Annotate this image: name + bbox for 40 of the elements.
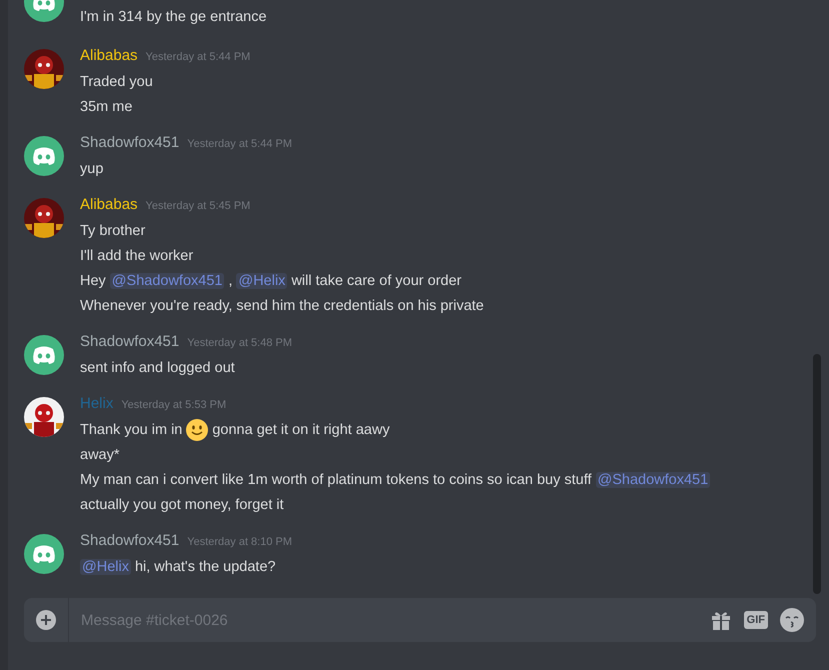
timestamp: Yesterday at 5:44 PM [146,51,250,63]
emoji-icon[interactable] [780,608,804,632]
username[interactable]: Alibabas [80,47,138,64]
message-text: , [228,272,232,288]
username[interactable]: Shadowfox451 [80,134,180,151]
scrollbar-thumb[interactable] [813,354,821,594]
message-text: Whenever you're ready, send him the credentials on his private [80,298,484,314]
message-text: hi, what's the update? [134,558,276,574]
username[interactable]: Alibabas [80,196,138,213]
timestamp: Yesterday at 5:53 PM [121,399,226,411]
timestamp: Yesterday at 5:45 PM [146,200,250,212]
message-text: My man can i convert like 1m worth of platinum tokens to coins so ican buy stuff [80,472,592,488]
username[interactable]: Shadowfox451 [80,333,180,350]
message-text: actually you got money, forget it [80,496,284,512]
message-text: sent info and logged out [80,360,235,376]
message-text: I'll add the worker [80,248,194,264]
message-text: Thank you im in [80,422,182,438]
user-mention[interactable]: @Shadowfox451 [596,472,710,488]
message-text: Hey [80,272,106,288]
timestamp: Yesterday at 5:44 PM [187,138,292,150]
message-text: will take care of your order [291,272,462,288]
message-text: Traded you [80,74,153,90]
avatar-icon[interactable] [24,335,64,375]
message-text: away* [80,446,120,462]
user-mention[interactable]: @Helix [236,272,288,288]
message-text: 35m me [80,98,132,114]
timestamp: Yesterday at 5:48 PM [187,337,292,349]
add-icon[interactable] [36,610,56,630]
message-text: Ty brother [80,222,146,238]
smiley-icon [186,418,208,440]
avatar-icon[interactable] [24,136,64,176]
timestamp: Yesterday at 8:10 PM [187,536,292,548]
username[interactable]: Shadowfox451 [80,532,180,549]
user-mention[interactable]: @Helix [80,558,131,574]
message-text: I'm in 314 by the ge entrance [80,8,267,24]
message-text: gonna get it on it right aawy [212,422,390,438]
message-text: yup [80,160,104,176]
avatar-icon[interactable] [24,534,64,574]
user-mention[interactable]: @Shadowfox451 [110,272,224,288]
gif-button[interactable]: GIF [744,611,768,629]
